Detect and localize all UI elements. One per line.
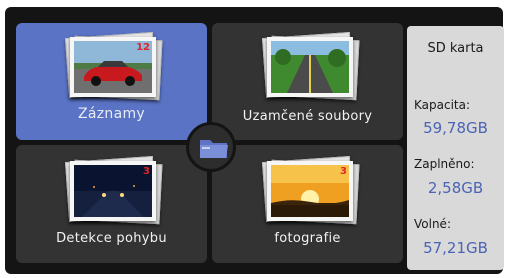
used-label: Zaplněno: [414, 157, 475, 171]
night-road-image [74, 165, 152, 217]
motion-detection-count: 3 [143, 166, 150, 177]
free-label: Volné: [414, 217, 451, 231]
locked-files-thumbnail [262, 32, 360, 101]
tile-uzamcene-soubory[interactable]: Uzamčené soubory [212, 23, 403, 140]
sunset-image [271, 165, 349, 217]
motion-detection-thumbnail: 3 [65, 156, 163, 225]
capacity-value: 59,78GB [423, 119, 488, 137]
road-image [271, 41, 349, 93]
tile-zaznamy[interactable]: 12 Záznamy [16, 23, 207, 140]
tile-detekce-pohybu[interactable]: 3 Detekce pohybu [16, 145, 207, 263]
folder-button[interactable] [186, 122, 236, 172]
folder-icon [200, 140, 228, 158]
screen: 12 Záznamy Uzamčené soubory 3 Detekce po… [5, 7, 504, 274]
tile-label-detekce-pohybu: Detekce pohybu [56, 231, 167, 246]
free-value: 57,21GB [423, 239, 488, 257]
recordings-count: 12 [136, 42, 150, 53]
used-value: 2,58GB [427, 179, 484, 197]
sd-card-panel: SD karta Kapacita: 59,78GB Zaplněno: 2,5… [407, 26, 504, 270]
tile-fotografie[interactable]: 3 fotografie [212, 145, 403, 263]
tile-label-fotografie: fotografie [274, 231, 341, 246]
capacity-label: Kapacita: [414, 98, 471, 112]
recordings-thumbnail: 12 [65, 32, 163, 101]
photos-thumbnail: 3 [262, 156, 360, 225]
photos-count: 3 [340, 166, 347, 177]
tile-label-zaznamy: Záznamy [78, 106, 145, 122]
sd-card-title: SD karta [427, 41, 484, 56]
tile-label-uzamcene-soubory: Uzamčené soubory [242, 109, 373, 124]
